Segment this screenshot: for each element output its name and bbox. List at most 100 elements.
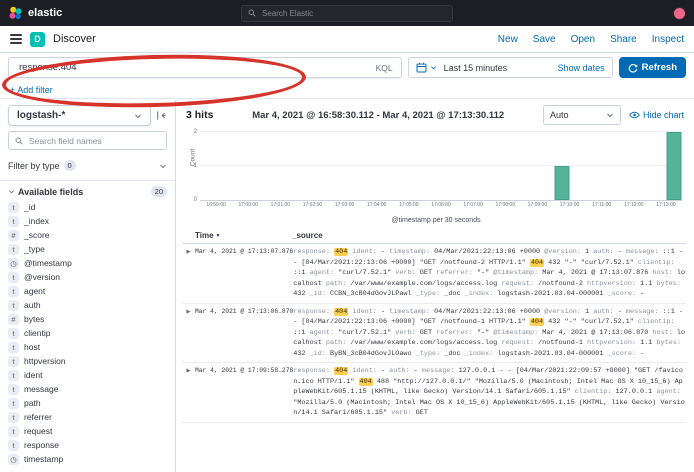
index-pattern-name: logstash-*: [17, 110, 65, 121]
field-type-icon: ◷: [8, 258, 19, 269]
hits-count: 3 hits: [186, 109, 213, 121]
field-item-id[interactable]: t_id: [8, 200, 167, 214]
menu-icon[interactable]: [10, 34, 22, 44]
field-item-auth[interactable]: tauth: [8, 298, 167, 312]
source-field-value: "curl/7.52.1": [338, 269, 391, 277]
source-field-value: /var/www/example.com/logs/access.log: [350, 280, 497, 288]
global-search[interactable]: [241, 5, 453, 22]
query-text-input[interactable]: [17, 61, 370, 74]
field-name-label: host: [24, 342, 40, 352]
field-item-timestamp[interactable]: ◷timestamp: [8, 452, 167, 466]
source-field-value: GET: [420, 269, 432, 277]
index-pattern-select[interactable]: logstash-*: [8, 105, 151, 126]
source-field-value: 1: [585, 308, 589, 316]
source-field-key: @version:: [544, 248, 581, 256]
hide-chart-button[interactable]: Hide chart: [629, 110, 684, 120]
field-item-type[interactable]: t_type: [8, 242, 167, 256]
show-dates-button[interactable]: Show dates: [558, 63, 605, 73]
filter-by-type-label: Filter by type: [8, 161, 60, 171]
source-field-key: message:: [626, 248, 659, 256]
interval-value: Auto: [550, 110, 569, 120]
source-field-key: referrer:: [436, 329, 473, 337]
field-item-host[interactable]: thost: [8, 340, 167, 354]
field-item-score[interactable]: #_score: [8, 228, 167, 242]
field-item-message[interactable]: tmessage: [8, 382, 167, 396]
field-item-timestamp[interactable]: ◷ @timestamp: [8, 256, 167, 270]
x-axis-tick-label: 17:01:00: [271, 202, 290, 208]
source-field-key: agent:: [310, 329, 334, 337]
collapse-sidebar-icon[interactable]: [156, 110, 167, 121]
field-item-path[interactable]: tpath: [8, 396, 167, 410]
source-field-key: path:: [326, 280, 346, 288]
y-axis-tick-label: 0: [194, 197, 197, 203]
expand-row-icon[interactable]: ▶: [182, 307, 195, 315]
histogram-bar[interactable]: [554, 166, 569, 200]
calendar-icon[interactable]: [416, 62, 427, 73]
source-field-key: bytes:: [656, 280, 680, 288]
filter-by-type-toggle[interactable]: Filter by type 0: [8, 156, 167, 175]
field-type-icon: #: [8, 314, 19, 325]
field-item-clientip[interactable]: tclientip: [8, 326, 167, 340]
field-type-icon: t: [8, 286, 19, 297]
nav-action-save[interactable]: Save: [533, 34, 556, 45]
source-field-key: request:: [501, 280, 534, 288]
expand-row-icon[interactable]: ▶: [182, 247, 195, 255]
space-badge[interactable]: D: [30, 32, 45, 47]
field-item-referrer[interactable]: treferrer: [8, 410, 167, 424]
field-item-request[interactable]: trequest: [8, 424, 167, 438]
source-field-value: -: [381, 367, 385, 375]
field-type-icon: t: [8, 272, 19, 283]
source-field-key: timestamp:: [389, 248, 430, 256]
interval-select[interactable]: Auto: [543, 105, 621, 125]
field-name-label: @timestamp: [24, 258, 72, 268]
user-avatar[interactable]: [673, 7, 686, 20]
source-field-key: message:: [626, 308, 659, 316]
x-axis-tick-label: 17:13:00: [656, 202, 675, 208]
source-field-key: agent:: [656, 388, 680, 396]
nav-action-share[interactable]: Share: [610, 34, 637, 45]
nav-action-inspect[interactable]: Inspect: [652, 34, 684, 45]
field-name-label: @version: [24, 272, 60, 282]
field-type-icon: t: [8, 328, 19, 339]
field-name-label: bytes: [24, 314, 44, 324]
source-field-key: request:: [501, 339, 534, 347]
field-item-index[interactable]: t_index: [8, 214, 167, 228]
nav-action-new[interactable]: New: [498, 34, 518, 45]
kql-label[interactable]: KQL: [376, 63, 393, 73]
available-fields-header[interactable]: Available fields 20: [8, 186, 167, 197]
x-axis-tick-label: 17:10:00: [560, 202, 579, 208]
source-field-key: _index:: [465, 290, 494, 298]
add-filter-button[interactable]: + Add filter: [10, 85, 53, 95]
chevron-down-icon[interactable]: [430, 64, 437, 71]
nav-action-open[interactable]: Open: [571, 34, 595, 45]
x-axis-tick-label: 17:04:00: [367, 202, 386, 208]
source-field-key: _id:: [310, 290, 326, 298]
field-name-label: httpversion: [24, 356, 66, 366]
histogram-plot-area[interactable]: 01216:59:0017:00:0017:01:0017:02:0017:03…: [200, 132, 682, 201]
source-field-key: auth:: [593, 248, 613, 256]
field-type-icon: t: [8, 244, 19, 255]
field-search-input[interactable]: [27, 135, 160, 147]
global-search-input[interactable]: [260, 8, 446, 19]
time-range-value[interactable]: Last 15 minutes: [444, 63, 508, 73]
global-header: elastic: [0, 0, 694, 26]
refresh-button[interactable]: Refresh: [619, 57, 686, 78]
field-item-agent[interactable]: tagent: [8, 284, 167, 298]
highlighted-term: 404: [530, 259, 544, 267]
source-field-key: _index:: [465, 350, 494, 358]
field-search[interactable]: [8, 131, 167, 150]
source-column-header: _source: [292, 231, 686, 240]
query-input[interactable]: KQL: [8, 57, 402, 78]
elastic-home-link[interactable]: elastic: [8, 6, 62, 21]
field-item-ident[interactable]: tident: [8, 368, 167, 382]
field-item-version[interactable]: t @version: [8, 270, 167, 284]
field-item-bytes[interactable]: # bytes: [8, 312, 167, 326]
field-item-httpversion[interactable]: thttpversion: [8, 354, 167, 368]
source-field-value: -: [640, 290, 644, 298]
expand-row-icon[interactable]: ▶: [182, 366, 195, 374]
field-item-response[interactable]: tresponse: [8, 438, 167, 452]
time-column-header[interactable]: Time▼: [195, 231, 292, 240]
field-name-label: agent: [24, 286, 45, 296]
histogram-bar[interactable]: [666, 132, 681, 200]
divider: [0, 180, 175, 181]
